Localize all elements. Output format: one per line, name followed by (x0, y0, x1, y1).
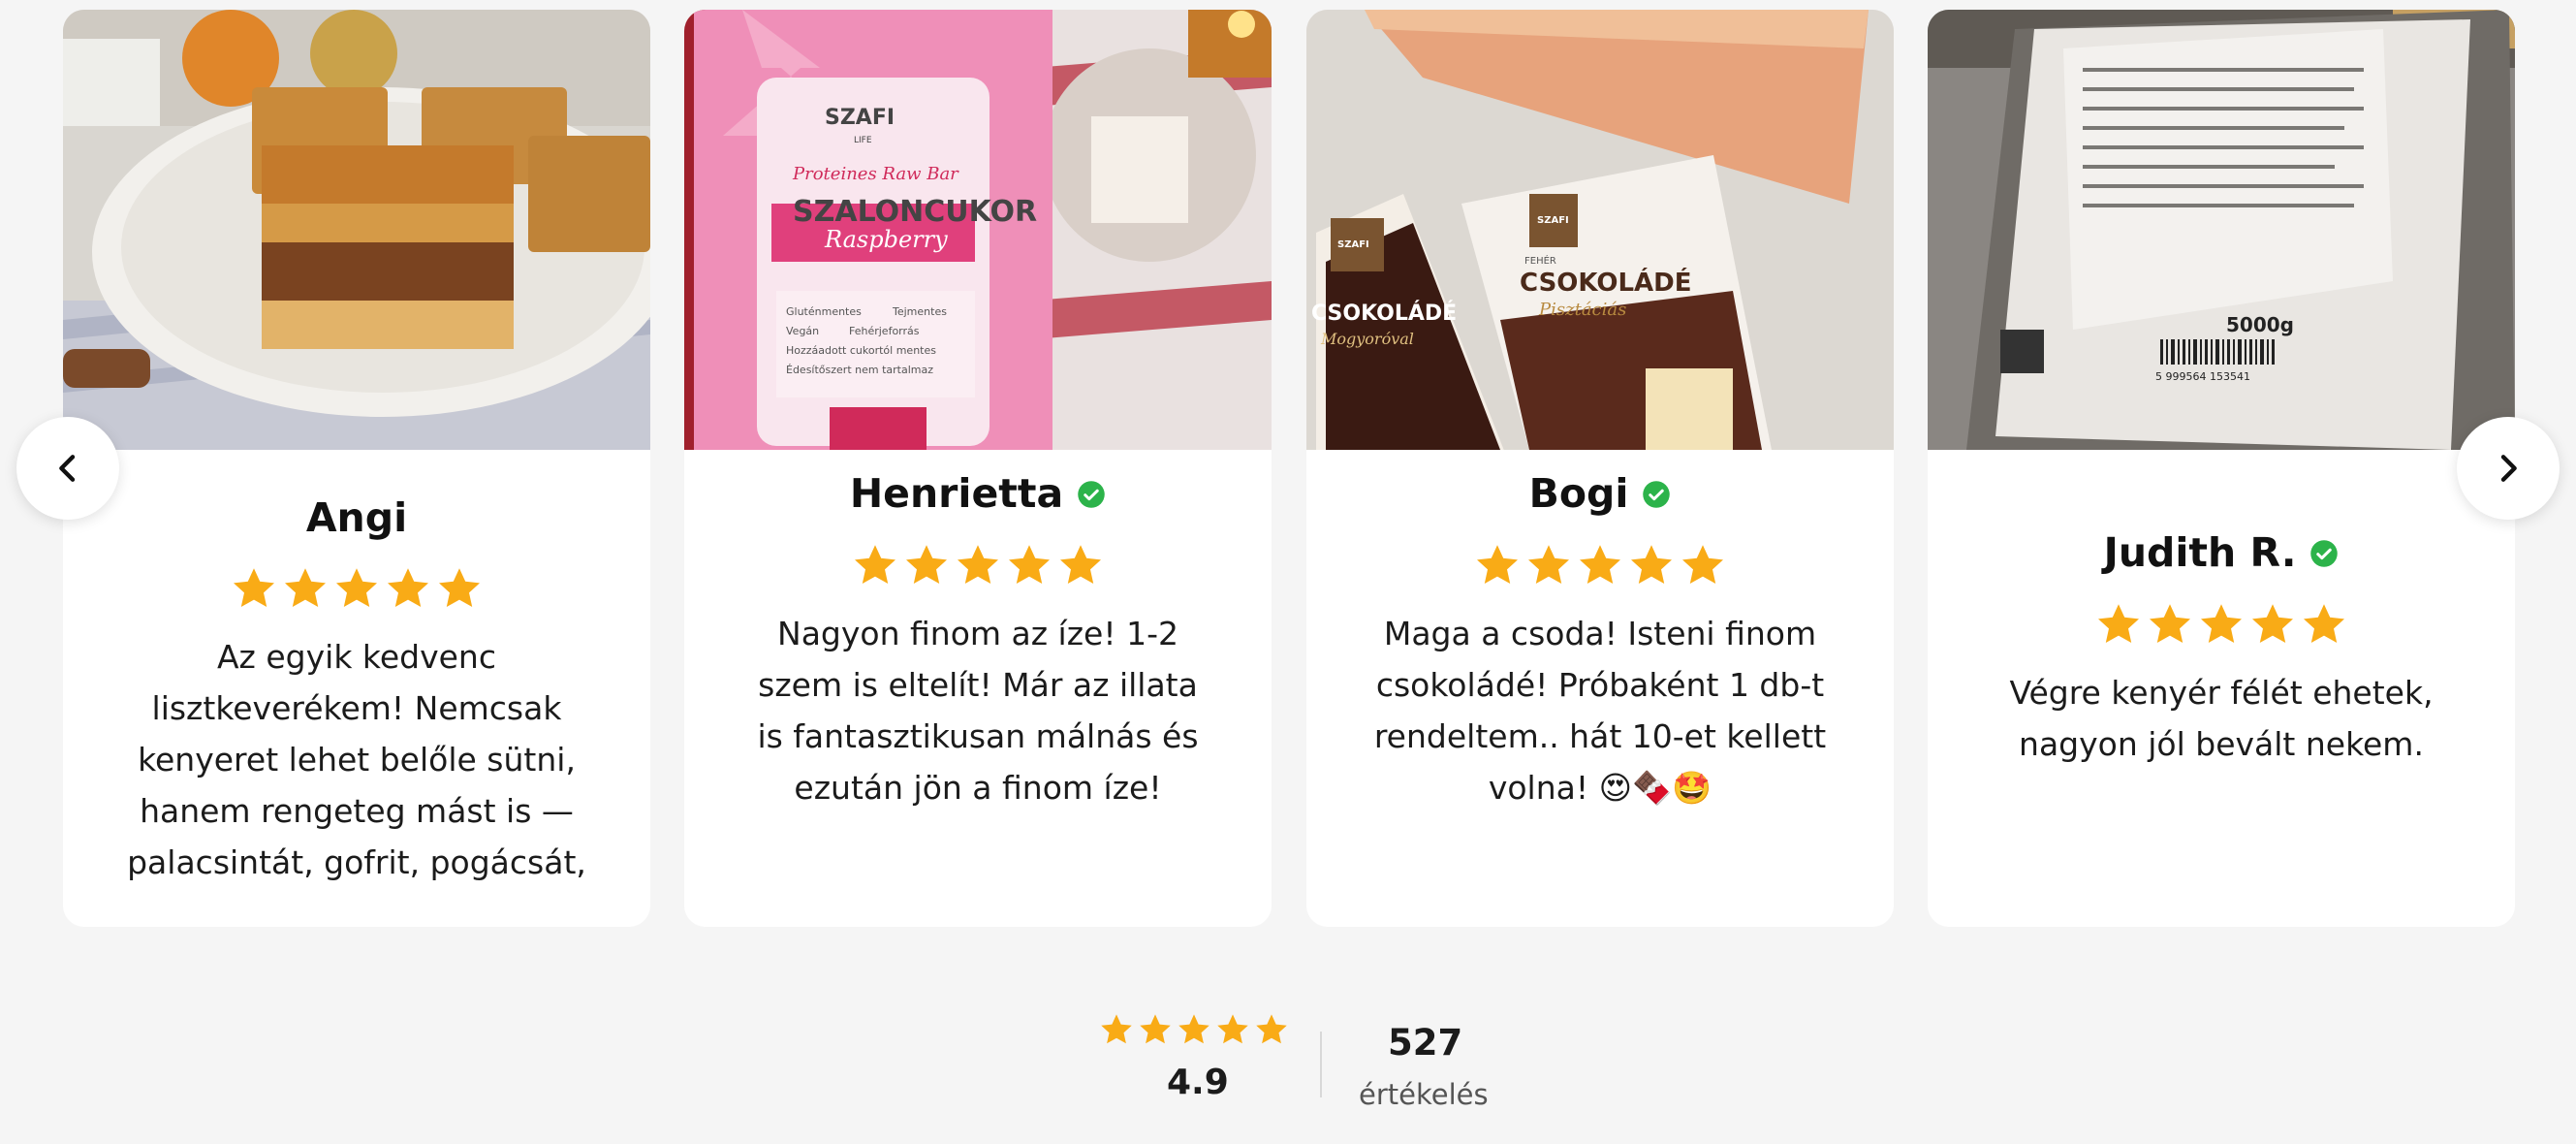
star-icon (2150, 603, 2190, 643)
product-bar2-sub: Pisztáciás (1538, 300, 1626, 320)
verified-check-icon (2310, 540, 2339, 567)
rating-stars (2095, 601, 2347, 648)
star-icon (1178, 1014, 1209, 1044)
review-body: Angi Az egyik kedvenc lisztkeverékem! Ne… (63, 450, 650, 927)
star-icon (1682, 544, 1723, 584)
product-check: Tejmentes (892, 305, 947, 318)
star-icon (285, 568, 326, 608)
product-line3: Raspberry (824, 226, 948, 253)
star-icon (855, 544, 895, 584)
star-icon (2201, 603, 2242, 643)
rating-stars (231, 565, 483, 612)
average-rating: 4.9 (1167, 1063, 1229, 1102)
review-count-label: értékelés (1359, 1078, 1489, 1111)
star-icon (2098, 603, 2139, 643)
star-icon (336, 568, 377, 608)
review-photo-flour-bag: 5000g 5 999564 153541 (1928, 10, 2515, 450)
product-bar1: CSOKOLÁDÉ (1311, 301, 1457, 326)
star-icon (1140, 1014, 1171, 1044)
product-check: Édesítőszert nem tartalmaz (786, 364, 933, 376)
product-bar2-top: FEHÉR (1524, 254, 1556, 267)
review-photo-cake (63, 10, 650, 450)
star-icon (906, 544, 947, 584)
star-icon (1256, 1014, 1287, 1044)
product-sub: LIFE (854, 136, 872, 145)
product-bar1-sub: Mogyoróval (1320, 330, 1414, 348)
product-brand: SZAFI (1337, 239, 1369, 250)
verified-check-icon (1078, 481, 1105, 508)
product-brand: SZAFI (1537, 215, 1569, 226)
summary-divider (1320, 1032, 1322, 1097)
rating-stars (852, 542, 1104, 588)
star-icon (1528, 544, 1569, 584)
product-bar2: CSOKOLÁDÉ (1520, 267, 1692, 298)
review-body: Judith R. Végre kenyér félét ehetek, nag… (1928, 450, 2515, 927)
product-check: Vegán (786, 325, 819, 337)
star-icon (439, 568, 480, 608)
product-line2: SZALONCUKOR (793, 195, 1037, 229)
review-body: Henrietta Nagyon finom az íze! 1-2 szem … (684, 450, 1272, 927)
carousel-prev-button[interactable] (16, 417, 119, 520)
review-card: SZAFI CSOKOLÁDÉ Mogyoróval SZAFI FEHÉR C… (1306, 10, 1894, 927)
reviewer-name: Henrietta (849, 470, 1064, 518)
reviewer-name: Judith R. (2103, 529, 2297, 577)
star-icon (1009, 544, 1050, 584)
verified-check-icon (1643, 481, 1671, 508)
review-text: Végre kenyér félét ehetek, nagyon jól be… (2009, 673, 2434, 763)
review-text: Nagyon finom az íze! 1-2 szem is eltelít… (757, 614, 1199, 807)
review-card: Angi Az egyik kedvenc lisztkeverékem! Ne… (63, 10, 650, 927)
product-brand: SZAFI (825, 106, 895, 130)
carousel-next-button[interactable] (2457, 417, 2560, 520)
star-icon (2304, 603, 2344, 643)
rating-stars (1474, 542, 1726, 588)
product-weight: 5000g (2226, 313, 2294, 336)
review-text: Maga a csoda! Isteni finom csokoládé! Pr… (1373, 614, 1827, 807)
star-icon (958, 544, 998, 584)
chevron-left-icon (59, 455, 76, 482)
chevron-right-icon (2500, 455, 2517, 482)
product-line1: Proteines Raw Bar (792, 164, 959, 184)
reviews-carousel: Angi Az egyik kedvenc lisztkeverékem! Ne… (63, 10, 2515, 927)
star-icon (2252, 603, 2293, 643)
star-icon (1101, 1014, 1132, 1044)
star-icon (388, 568, 428, 608)
review-body: Bogi Maga a csoda! Isteni finom csokolád… (1306, 450, 1894, 927)
rating-summary: 4.9 527 értékelés (1099, 1012, 1489, 1111)
summary-stars (1099, 1012, 1289, 1047)
review-photo-szaloncukor: SZAFI LIFE Proteines Raw Bar SZALONCUKOR… (684, 10, 1272, 450)
star-icon (234, 568, 274, 608)
product-barcode: 5 999564 153541 (2155, 370, 2250, 383)
review-card: 5000g 5 999564 153541 Judith R. Végre ke… (1928, 10, 2515, 927)
star-icon (1477, 544, 1518, 584)
star-icon (1217, 1014, 1248, 1044)
star-icon (1631, 544, 1672, 584)
star-icon (1580, 544, 1620, 584)
review-count: 527 (1388, 1022, 1463, 1064)
product-check: Gluténmentes (786, 305, 862, 318)
star-icon (1060, 544, 1101, 584)
review-text: Az egyik kedvenc lisztkeverékem! Nemcsak… (127, 638, 586, 882)
product-check: Hozzáadott cukortól mentes (786, 344, 936, 357)
reviewer-name: Angi (305, 494, 408, 541)
product-check: Fehérjeforrás (849, 325, 920, 337)
review-photo-chocolate: SZAFI CSOKOLÁDÉ Mogyoróval SZAFI FEHÉR C… (1306, 10, 1894, 450)
reviewer-name: Bogi (1528, 470, 1629, 518)
review-card: SZAFI LIFE Proteines Raw Bar SZALONCUKOR… (684, 10, 1272, 927)
